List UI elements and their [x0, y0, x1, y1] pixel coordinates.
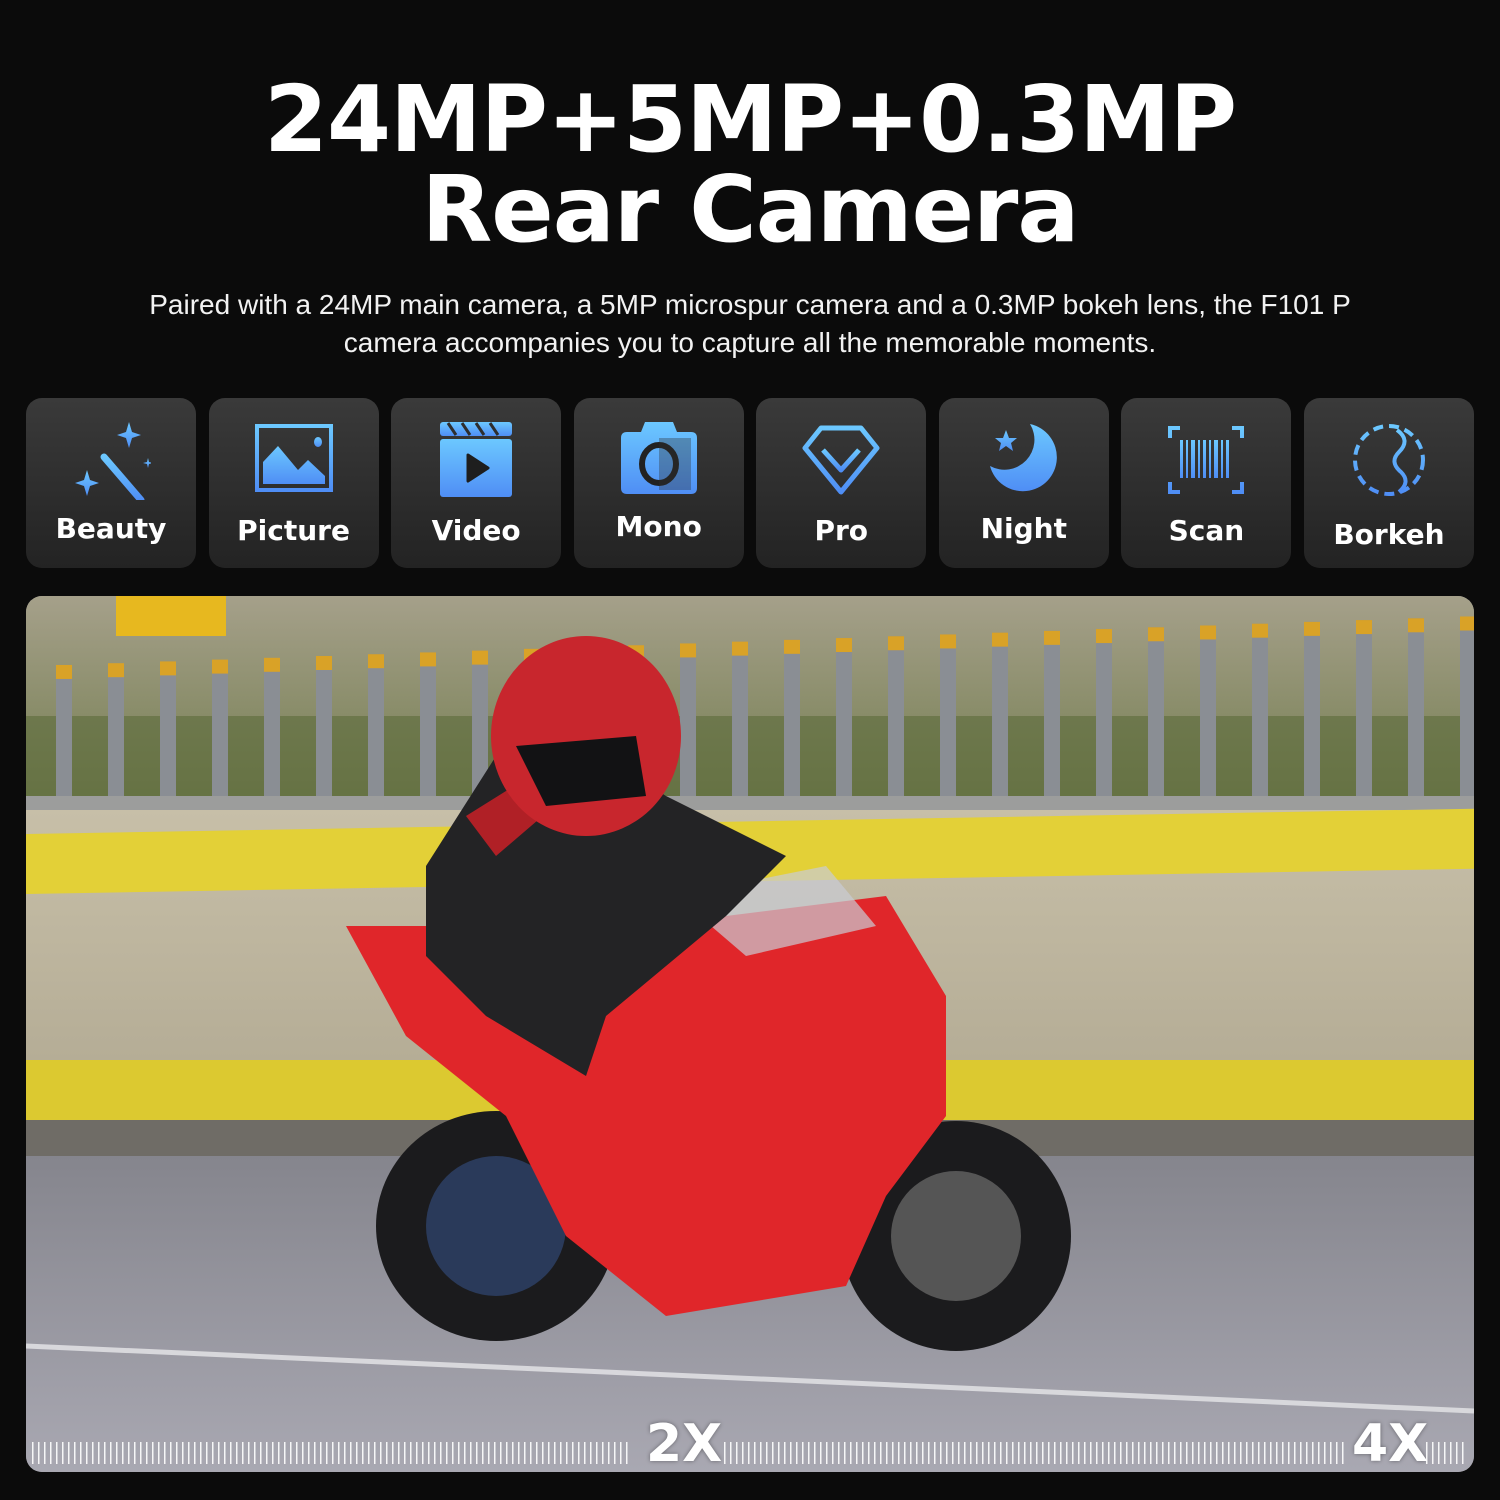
mode-scan[interactable]: Scan	[1121, 398, 1292, 568]
fence-post-cap	[420, 652, 436, 667]
fence-post	[888, 636, 904, 801]
fence-post-cap	[1148, 627, 1164, 642]
fence-post	[1096, 629, 1112, 801]
fence-post	[784, 639, 800, 801]
fence-post	[940, 634, 956, 801]
fence-post-cap	[784, 639, 800, 654]
fence-post	[212, 659, 228, 801]
fence-post-cap	[472, 650, 488, 665]
mode-borkeh[interactable]: Borkeh	[1303, 398, 1474, 568]
fence-post	[1356, 620, 1372, 801]
diamond-icon	[802, 425, 880, 495]
mode-night[interactable]: Night	[938, 398, 1109, 568]
fence-post-cap	[56, 664, 72, 679]
mode-mono[interactable]: Mono	[573, 398, 744, 568]
mode-label: Borkeh	[1333, 518, 1445, 551]
bokeh-aperture-icon	[1352, 420, 1425, 500]
fence-post-cap	[108, 663, 124, 678]
mode-pro[interactable]: Pro	[756, 398, 927, 568]
fence-post-cap	[1304, 621, 1320, 636]
fence-post-cap	[316, 655, 332, 670]
fence-post-cap	[680, 643, 696, 658]
mode-picture[interactable]: Picture	[208, 398, 379, 568]
moon-star-icon	[989, 424, 1057, 492]
fence-post-cap	[836, 638, 852, 653]
magic-wand-icon	[75, 422, 151, 500]
fence-post	[836, 638, 852, 801]
camera-mono-icon	[620, 422, 697, 494]
sample-photo: 2X 4X	[26, 596, 1474, 1472]
mode-beauty[interactable]: Beauty	[26, 398, 196, 568]
fence-post-cap	[264, 657, 280, 672]
fence-post	[1460, 616, 1474, 801]
ruler-ticks	[724, 1442, 1348, 1464]
fence-post-cap	[160, 661, 176, 676]
fence-post	[1304, 621, 1320, 801]
zoom-label-4x[interactable]: 4X	[1352, 1418, 1428, 1470]
mode-label: Beauty	[55, 512, 167, 545]
fence-post	[992, 632, 1008, 801]
headline-line1: 24MP+5MP+0.3MP	[263, 66, 1237, 173]
headline-line2: Rear Camera	[421, 156, 1079, 263]
fence-post	[1408, 618, 1424, 801]
barcode-scan-icon	[1168, 426, 1245, 494]
mode-label: Night	[980, 512, 1068, 545]
mode-label: Video	[431, 514, 521, 547]
mode-label: Scan	[1168, 514, 1245, 547]
fence-post-cap	[992, 632, 1008, 647]
fence-post	[56, 664, 72, 801]
fence-post	[108, 663, 124, 801]
mode-label: Picture	[237, 514, 350, 547]
fence-post-cap	[732, 641, 748, 656]
fence-post-cap	[1252, 623, 1268, 638]
mode-label: Pro	[814, 514, 869, 547]
image-icon	[254, 424, 333, 492]
fence-post	[1200, 625, 1216, 801]
mode-video[interactable]: Video	[391, 398, 562, 568]
fence-post	[368, 654, 384, 801]
mode-label: Mono	[615, 510, 702, 543]
fence-post-cap	[1356, 620, 1372, 635]
fence-post-cap	[1044, 630, 1060, 645]
zoom-label-2x[interactable]: 2X	[646, 1418, 722, 1470]
fence-post	[1252, 623, 1268, 801]
ruler-ticks	[1426, 1442, 1464, 1464]
fence-post	[316, 655, 332, 801]
fence-post	[264, 657, 280, 801]
fence-post	[680, 643, 696, 801]
fence-post-cap	[940, 634, 956, 649]
fence-post	[160, 661, 176, 801]
subtitle: Paired with a 24MP main camera, a 5MP mi…	[149, 289, 1351, 358]
motorcycle-photo	[26, 596, 1474, 1472]
fence-post-cap	[1460, 616, 1474, 631]
camera-modes: Beauty Picture Video Mono Pro Night Scan…	[26, 398, 1474, 568]
fence-post	[1044, 630, 1060, 801]
ruler-ticks	[32, 1442, 632, 1464]
clapperboard-icon	[440, 422, 513, 497]
fence-post-cap	[1200, 625, 1216, 640]
fence-post-cap	[1096, 629, 1112, 644]
fence-post-cap	[212, 659, 228, 674]
fence-post-cap	[888, 636, 904, 651]
fence-post	[420, 652, 436, 801]
fence-post-cap	[1408, 618, 1424, 633]
fence-post-cap	[368, 654, 384, 669]
fence-post	[732, 641, 748, 801]
zoom-ruler[interactable]: 2X 4X	[26, 1402, 1474, 1472]
fence-post	[1148, 627, 1164, 801]
